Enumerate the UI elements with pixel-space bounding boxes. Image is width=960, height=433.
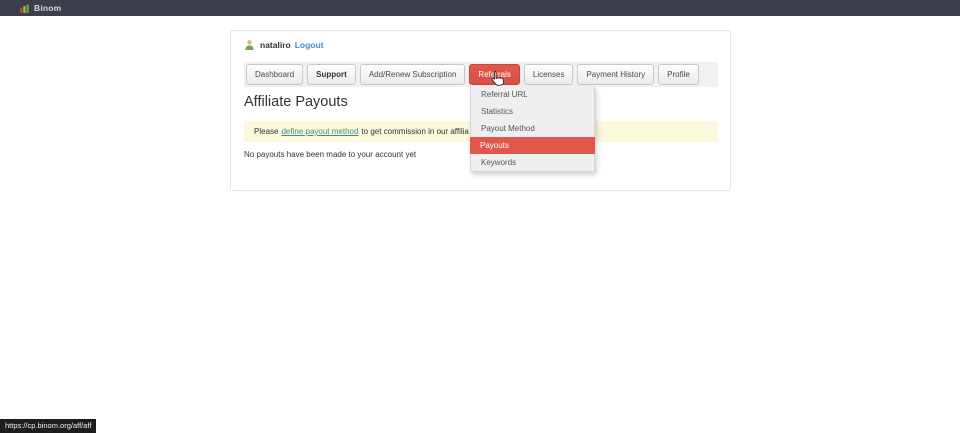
tab-payment-history[interactable]: Payment History [577,64,654,85]
brand-name: Binom [34,3,61,13]
define-payout-method-link[interactable]: define payout method [281,127,358,136]
tab-dashboard[interactable]: Dashboard [246,64,303,85]
tab-referrals[interactable]: Referrals [469,64,519,85]
bar-chart-icon [20,4,29,13]
logout-link[interactable]: Logout [295,40,324,50]
nav-tabs: Dashboard Support Add/Renew Subscription… [244,62,718,87]
user-avatar-icon [244,39,255,50]
menu-item-payout-method[interactable]: Payout Method [471,120,594,137]
menu-item-payouts[interactable]: Payouts [470,137,595,154]
alert-text-after: to get commission in our affilia [361,127,468,136]
topbar: Binom [0,0,960,16]
page-title: Affiliate Payouts [244,94,348,110]
user-row: nataliro Logout [244,39,324,50]
username: nataliro [260,40,291,50]
menu-item-referral-url[interactable]: Referral URL [471,86,594,103]
empty-payouts-message: No payouts have been made to your accoun… [244,150,416,159]
menu-item-keywords[interactable]: Keywords [471,154,594,171]
tab-add-renew-subscription[interactable]: Add/Renew Subscription [360,64,466,85]
referrals-dropdown-menu: Referral URL Statistics Payout Method Pa… [470,86,595,172]
menu-item-statistics[interactable]: Statistics [471,103,594,120]
tab-support[interactable]: Support [307,64,356,85]
tab-licenses[interactable]: Licenses [524,64,574,85]
alert-text-before: Please [254,127,278,136]
tab-profile[interactable]: Profile [658,64,699,85]
link-preview-statusbar: https://cp.binom.org/aff/aff [0,419,96,433]
